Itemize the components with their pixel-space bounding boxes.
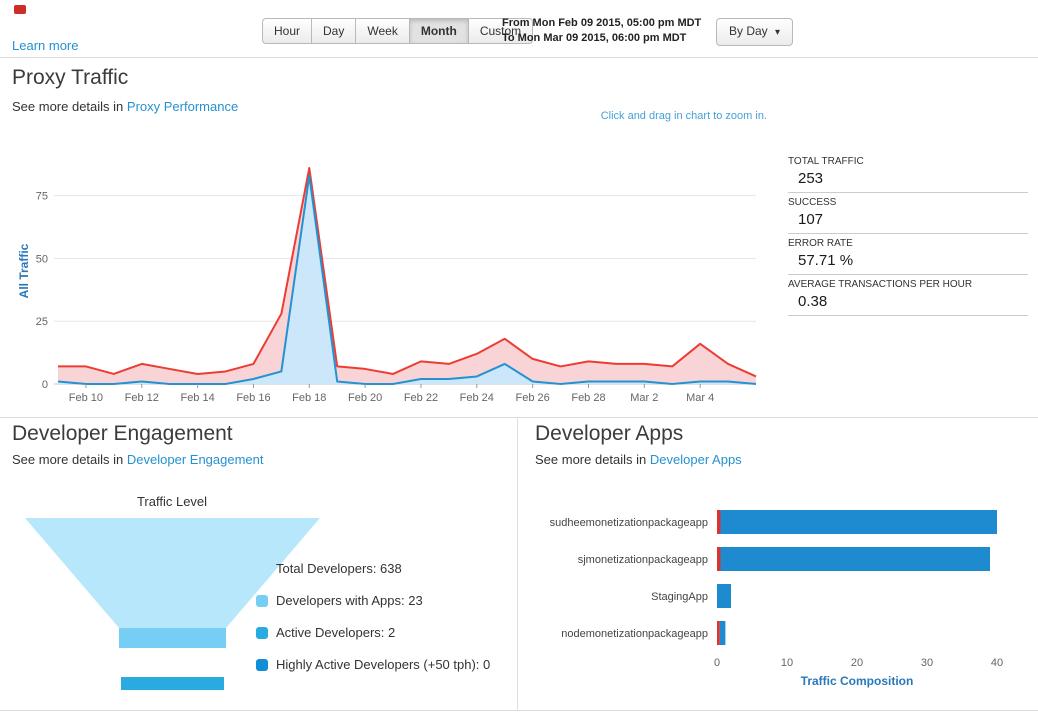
svg-text:sudheemonetizationpackageapp: sudheemonetizationpackageapp	[550, 517, 708, 529]
legend-item[interactable]: Developers with Apps: 23	[256, 593, 490, 608]
svg-text:0: 0	[714, 657, 720, 669]
legend-item[interactable]: Highly Active Developers (+50 tph): 0	[256, 657, 490, 672]
range-button-day[interactable]: Day	[312, 18, 356, 44]
svg-text:Mar 2: Mar 2	[630, 392, 658, 404]
funnel-legend: Total Developers: 638 Developers with App…	[256, 561, 490, 672]
date-range-from: From Mon Feb 09 2015, 05:00 pm MDT	[502, 16, 701, 31]
stat-label: ERROR RATE	[788, 238, 1028, 249]
proxy-details-line: See more details in Proxy Performance	[12, 99, 238, 114]
svg-text:Feb 10: Feb 10	[69, 392, 103, 404]
svg-text:Feb 20: Feb 20	[348, 392, 382, 404]
stat-row-avg-tph: AVERAGE TRANSACTIONS PER HOUR 0.38	[788, 275, 1028, 316]
stat-label: AVERAGE TRANSACTIONS PER HOUR	[788, 279, 1028, 290]
stat-label: TOTAL TRAFFIC	[788, 156, 1028, 167]
developer-apps-link[interactable]: Developer Apps	[650, 452, 742, 467]
svg-text:40: 40	[991, 657, 1003, 669]
legend-label: Highly Active Developers (+50 tph): 0	[276, 657, 490, 672]
svg-text:Feb 14: Feb 14	[180, 392, 214, 404]
svg-text:Feb 26: Feb 26	[516, 392, 550, 404]
legend-label: Total Developers: 638	[276, 561, 402, 576]
stat-row-success: SUCCESS 107	[788, 193, 1028, 234]
svg-text:50: 50	[36, 253, 48, 265]
svg-text:Feb 16: Feb 16	[236, 392, 270, 404]
developer-engagement-title: Developer Engagement	[12, 422, 233, 446]
learn-more-link[interactable]: Learn more	[12, 38, 78, 53]
zoom-hint: Click and drag in chart to zoom in.	[555, 110, 767, 122]
proxy-traffic-chart[interactable]: 0 25 50 75 Feb 10 Feb 12 Feb 14 Feb 16 Feb 18 Feb…	[14, 142, 774, 408]
svg-text:25: 25	[36, 316, 48, 328]
time-range-button-group: Hour Day Week Month Custom	[262, 18, 533, 44]
legend-item[interactable]: Active Developers: 2	[256, 625, 490, 640]
svg-text:30: 30	[921, 657, 933, 669]
svg-text:Traffic Composition: Traffic Composition	[801, 674, 914, 688]
group-by-dropdown[interactable]: By Day ▾	[716, 18, 793, 46]
range-button-week[interactable]: Week	[356, 18, 409, 44]
developer-apps-chart[interactable]: sudheemonetizationpackageapp sjmonetizati…	[520, 500, 1032, 692]
legend-chip	[256, 659, 268, 671]
svg-text:sjmonetizationpackageapp: sjmonetizationpackageapp	[578, 554, 708, 566]
bottom-divider	[0, 710, 1038, 711]
proxy-performance-link[interactable]: Proxy Performance	[127, 99, 238, 114]
stat-row-error-rate: ERROR RATE 57.71 %	[788, 234, 1028, 275]
group-by-label: By Day	[729, 24, 768, 38]
caret-down-icon: ▾	[775, 27, 780, 38]
stat-value: 57.71 %	[788, 252, 1028, 269]
proxy-details-prefix: See more details in	[12, 99, 123, 114]
legend-chip	[256, 627, 268, 639]
proxy-traffic-title: Proxy Traffic	[12, 66, 128, 90]
svg-text:75: 75	[36, 191, 48, 203]
apps-details-line: See more details in Developer Apps	[535, 452, 742, 467]
range-button-month[interactable]: Month	[410, 18, 469, 44]
engagement-details-line: See more details in Developer Engagement	[12, 452, 264, 467]
date-range-to: To Mon Mar 09 2015, 06:00 pm MDT	[502, 31, 701, 46]
developer-apps-title: Developer Apps	[535, 422, 683, 446]
topbar-divider	[0, 57, 1038, 58]
stat-value: 253	[788, 170, 1028, 187]
legend-chip	[256, 563, 268, 575]
funnel-title: Traffic Level	[22, 494, 322, 509]
section-divider	[0, 417, 1038, 418]
developer-engagement-link[interactable]: Developer Engagement	[127, 452, 264, 467]
svg-text:Feb 28: Feb 28	[571, 392, 605, 404]
legend-label: Active Developers: 2	[276, 625, 395, 640]
stat-label: SUCCESS	[788, 197, 1028, 208]
column-divider	[517, 417, 518, 710]
svg-text:0: 0	[42, 379, 48, 391]
engagement-details-prefix: See more details in	[12, 452, 123, 467]
svg-text:All Traffic: All Traffic	[17, 243, 31, 298]
svg-text:nodemonetizationpackageapp: nodemonetizationpackageapp	[561, 628, 708, 640]
svg-text:10: 10	[781, 657, 793, 669]
range-button-hour[interactable]: Hour	[262, 18, 312, 44]
svg-text:Feb 24: Feb 24	[460, 392, 494, 404]
apps-details-prefix: See more details in	[535, 452, 646, 467]
svg-text:20: 20	[851, 657, 863, 669]
stat-value: 107	[788, 211, 1028, 228]
stat-row-total-traffic: TOTAL TRAFFIC 253	[788, 152, 1028, 193]
date-range: From Mon Feb 09 2015, 05:00 pm MDT To Mo…	[502, 16, 701, 46]
legend-label: Developers with Apps: 23	[276, 593, 423, 608]
video-icon	[14, 5, 26, 14]
legend-chip	[256, 595, 268, 607]
svg-text:Feb 22: Feb 22	[404, 392, 438, 404]
svg-text:StagingApp: StagingApp	[651, 591, 708, 603]
svg-text:Mar 4: Mar 4	[686, 392, 714, 404]
legend-item[interactable]: Total Developers: 638	[256, 561, 490, 576]
svg-text:Feb 18: Feb 18	[292, 392, 326, 404]
svg-text:Feb 12: Feb 12	[125, 392, 159, 404]
proxy-stats-panel: TOTAL TRAFFIC 253 SUCCESS 107 ERROR RATE…	[788, 152, 1028, 316]
stat-value: 0.38	[788, 293, 1028, 310]
